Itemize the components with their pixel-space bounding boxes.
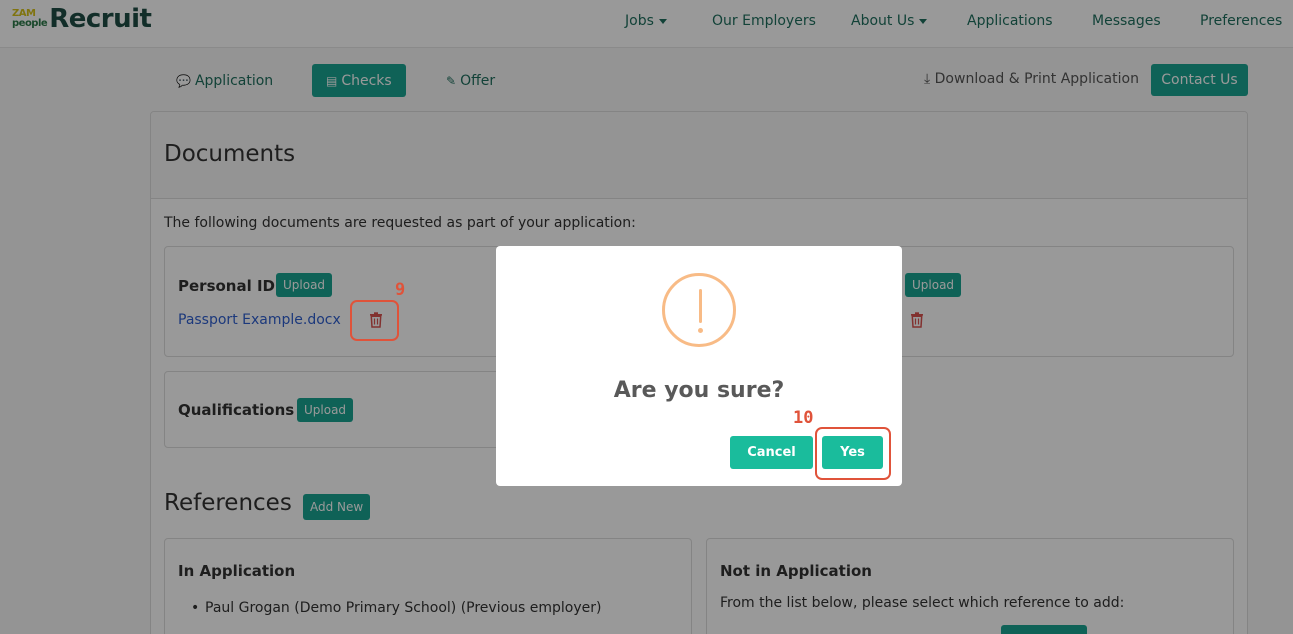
warning-dot bbox=[698, 328, 703, 333]
yes-highlight bbox=[815, 427, 891, 480]
warning-icon bbox=[662, 273, 736, 347]
yes-marker: 10 bbox=[793, 408, 814, 428]
cancel-button[interactable]: Cancel bbox=[730, 436, 813, 469]
dialog-title: Are you sure? bbox=[613, 378, 785, 403]
delete-highlight bbox=[350, 300, 399, 341]
warning-line bbox=[699, 289, 702, 323]
delete-marker: 9 bbox=[395, 280, 406, 300]
